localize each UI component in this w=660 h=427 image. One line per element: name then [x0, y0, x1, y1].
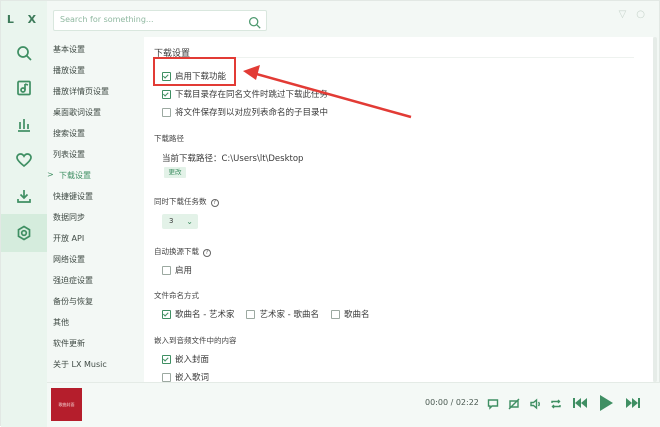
- music-note-icon: [17, 80, 31, 96]
- desktop-lyric-button[interactable]: [508, 398, 520, 410]
- naming-checkbox[interactable]: [330, 309, 340, 319]
- menu-item[interactable]: 强迫症设置: [53, 275, 93, 286]
- skip-existing-option[interactable]: 下载目录存在同名文件时跳过下载此任务: [162, 88, 328, 100]
- source-switch-checkbox[interactable]: [162, 265, 171, 275]
- naming-checkbox[interactable]: [162, 309, 171, 319]
- embed-cover-option[interactable]: 嵌入封面: [162, 353, 209, 365]
- subdir-label: 将文件保存到以对应列表命名的子目录中: [175, 108, 329, 118]
- lyric-off-icon: [508, 398, 520, 410]
- repeat-mode-button[interactable]: [550, 398, 562, 410]
- nav-settings[interactable]: [1, 214, 47, 252]
- menu-item[interactable]: 列表设置: [53, 149, 85, 160]
- active-arrow-icon: >: [47, 170, 54, 179]
- menu-item[interactable]: 数据同步: [53, 212, 85, 223]
- naming-label: 歌曲名: [343, 310, 370, 320]
- settings-menu: 基本设置 播放设置 播放详情页设置 桌面歌词设置 搜索设置 列表设置 > 下载设…: [47, 37, 144, 382]
- menu-item[interactable]: 播放详情页设置: [53, 86, 109, 97]
- album-cover[interactable]: 歌曲封面: [51, 388, 82, 421]
- concurrent-select[interactable]: 3 ⌄: [162, 214, 198, 229]
- menu-item[interactable]: 基本设置: [53, 44, 85, 55]
- skip-next-icon: [626, 398, 640, 408]
- content-scrollbar[interactable]: [652, 37, 658, 382]
- album-cover-text: 歌曲封面: [58, 401, 75, 407]
- menu-item[interactable]: 播放设置: [53, 65, 85, 76]
- path-title: 下载路径: [154, 134, 184, 143]
- menu-item[interactable]: 快捷键设置: [53, 191, 93, 202]
- repeat-icon: [551, 399, 561, 409]
- search-icon: [17, 46, 32, 61]
- player-bar: 歌曲封面 00:00 / 02:22: [47, 382, 660, 427]
- naming-title: 文件命名方式: [154, 291, 199, 300]
- nav-search[interactable]: [1, 34, 47, 72]
- menu-item[interactable]: 搜索设置: [53, 128, 85, 139]
- help-icon[interactable]: ?: [203, 249, 211, 257]
- annotation-highlight-box: [153, 57, 236, 86]
- nav-music[interactable]: [1, 69, 47, 107]
- scrollbar-thumb[interactable]: [653, 37, 657, 382]
- search-button[interactable]: [248, 14, 261, 33]
- concurrent-title-text: 同时下载任务数: [154, 197, 207, 206]
- embed-lyric-checkbox[interactable]: [162, 372, 171, 382]
- source-switch-option[interactable]: 启用: [162, 264, 192, 276]
- volume-button[interactable]: [530, 398, 542, 410]
- concurrent-value: 3: [169, 217, 174, 225]
- menu-item[interactable]: 其他: [53, 317, 69, 328]
- menu-item[interactable]: 开放 API: [53, 233, 84, 244]
- naming-label: 歌曲名 - 艺术家: [175, 310, 235, 320]
- naming-label: 艺术家 - 歌曲名: [259, 310, 319, 320]
- nav-rail: L X: [1, 1, 47, 427]
- naming-options: 歌曲名 - 艺术家 艺术家 - 歌曲名 歌曲名: [162, 308, 369, 320]
- nav-download[interactable]: [1, 177, 47, 215]
- menu-item[interactable]: 网络设置: [53, 254, 85, 265]
- chevron-down-icon: ⌄: [186, 217, 193, 226]
- play-icon: [600, 395, 613, 411]
- menu-item[interactable]: 关于 LX Music: [53, 359, 107, 370]
- chart-icon: [18, 119, 30, 132]
- settings-icon: [17, 225, 31, 241]
- subdir-option[interactable]: 将文件保存到以对应列表命名的子目录中: [162, 106, 328, 118]
- skip-existing-checkbox[interactable]: [162, 89, 171, 99]
- next-button[interactable]: [625, 396, 641, 410]
- app-logo: L X: [6, 13, 42, 26]
- naming-option-name-artist[interactable]: 歌曲名 - 艺术家: [162, 308, 234, 320]
- menu-item[interactable]: 软件更新: [53, 338, 85, 349]
- source-switch-label: 启用: [175, 266, 193, 276]
- embed-title: 嵌入到音频文件中的内容: [154, 336, 237, 345]
- nav-favorites[interactable]: [1, 141, 47, 179]
- app-window: L X Search for something... ▽ ○ 基本设置 播放设…: [0, 0, 660, 427]
- naming-option-name[interactable]: 歌曲名: [330, 308, 370, 320]
- download-path: 当前下载路径：C:\Users\lt\Desktop: [162, 154, 304, 164]
- search-bar[interactable]: Search for something...: [53, 10, 267, 31]
- search-icon: [248, 16, 261, 29]
- subdir-checkbox[interactable]: [162, 107, 171, 117]
- skip-previous-icon: [573, 398, 587, 408]
- heart-icon: [16, 153, 32, 168]
- concurrent-title: 同时下载任务数?: [154, 196, 219, 207]
- close-button[interactable]: ○: [636, 10, 645, 20]
- settings-content: 下载设置 启用下载功能 下载目录存在同名文件时跳过下载此任务 将文件保存到以对应…: [144, 37, 653, 383]
- nav-charts[interactable]: [1, 106, 47, 144]
- minimize-button[interactable]: ▽: [619, 10, 627, 20]
- embed-cover-label: 嵌入封面: [175, 355, 210, 365]
- naming-checkbox[interactable]: [246, 309, 256, 319]
- menu-item-download-settings[interactable]: 下载设置: [59, 170, 91, 181]
- comment-button[interactable]: [487, 398, 499, 410]
- menu-item[interactable]: 备份与恢复: [53, 296, 93, 307]
- volume-icon: [530, 398, 540, 410]
- previous-button[interactable]: [572, 396, 588, 410]
- play-button[interactable]: [598, 394, 614, 412]
- naming-option-artist-name[interactable]: 艺术家 - 歌曲名: [246, 308, 319, 320]
- help-icon[interactable]: ?: [210, 199, 219, 207]
- source-switch-text: 自动换源下载: [154, 247, 199, 256]
- search-input[interactable]: Search for something...: [60, 15, 154, 24]
- download-icon: [17, 190, 31, 203]
- skip-existing-label: 下载目录存在同名文件时跳过下载此任务: [175, 90, 329, 100]
- menu-item[interactable]: 桌面歌词设置: [53, 107, 101, 118]
- change-path-button[interactable]: 更改: [164, 167, 186, 178]
- window-controls: ▽ ○: [619, 10, 645, 20]
- source-switch-title: 自动换源下载?: [154, 246, 211, 257]
- comment-icon: [487, 399, 499, 410]
- play-time: 00:00 / 02:22: [425, 398, 479, 407]
- embed-cover-checkbox[interactable]: [162, 354, 171, 364]
